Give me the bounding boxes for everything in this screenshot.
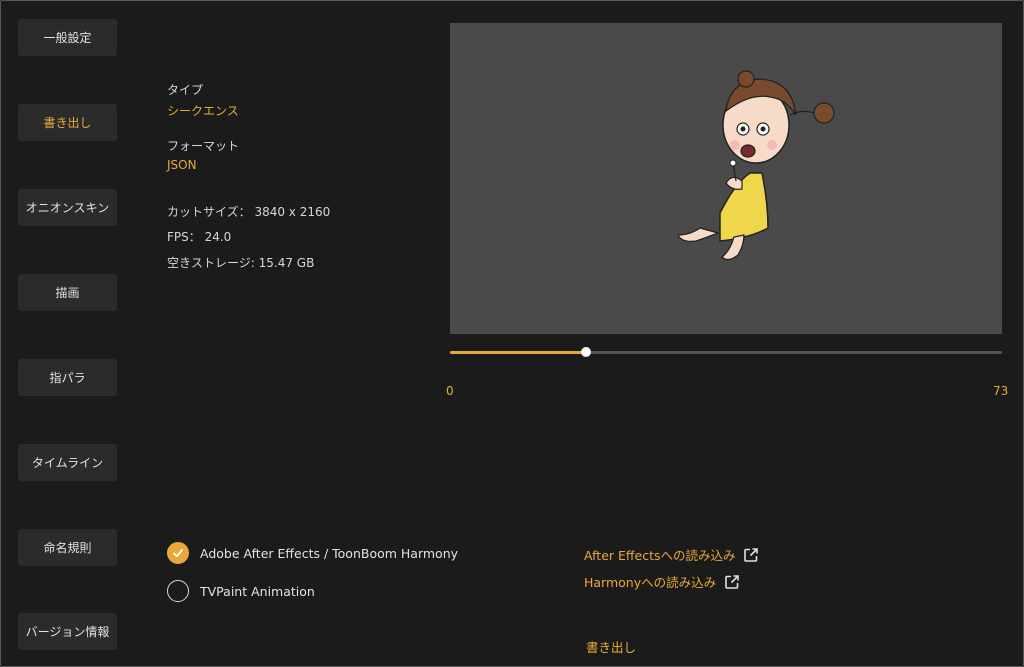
format-value[interactable]: JSON xyxy=(167,158,197,172)
character-illustration xyxy=(676,70,835,261)
option-label: Adobe After Effects / ToonBoom Harmony xyxy=(200,545,459,561)
preview-canvas xyxy=(450,23,1002,334)
type-label: タイプ xyxy=(167,83,204,97)
storage-text: 空きストレージ: 15.47 GB xyxy=(167,256,315,270)
option-tvpaint[interactable]: TVPaint Animation xyxy=(167,580,315,602)
timeline-slider-fill xyxy=(450,351,586,354)
timeline-max-label: 73 xyxy=(993,384,1009,398)
type-value[interactable]: シークエンス xyxy=(167,102,239,119)
sidebar-item-drawing[interactable]: 描画 xyxy=(18,274,117,311)
format-label: フォーマット xyxy=(167,139,240,153)
sidebar-item-naming-rules[interactable]: 命名規則 xyxy=(18,529,117,566)
cut-size-text: カットサイズ： 3840 x 2160 xyxy=(167,205,331,219)
option-after-effects-harmony[interactable]: Adobe After Effects / ToonBoom Harmony xyxy=(167,542,458,564)
sidebar-item-general[interactable]: 一般設定 xyxy=(18,19,117,56)
timeline-slider-thumb[interactable] xyxy=(580,347,591,357)
checkmark-icon[interactable] xyxy=(167,542,189,564)
sidebar-item-onion-skin[interactable]: オニオンスキン xyxy=(18,189,117,226)
settings-window: 一般設定 書き出し オニオンスキン 描画 指パラ タイムライン 命名規則 バージ… xyxy=(0,0,1024,667)
timeline-min-label: 0 xyxy=(446,384,454,398)
link-after-effects-import[interactable]: After Effectsへの読み込み xyxy=(584,545,759,564)
external-link-icon xyxy=(744,547,759,562)
sidebar-item-version-info[interactable]: バージョン情報 xyxy=(18,613,117,650)
option-label: TVPaint Animation xyxy=(200,583,315,599)
timeline-slider[interactable] xyxy=(450,347,1002,357)
export-button[interactable]: 書き出し xyxy=(541,635,681,657)
sidebar-item-finger-para[interactable]: 指パラ xyxy=(18,359,117,396)
link-label: After Effectsへの読み込み xyxy=(584,548,736,563)
link-harmony-import[interactable]: Harmonyへの読み込み xyxy=(584,572,740,591)
sidebar-item-export[interactable]: 書き出し xyxy=(18,104,117,141)
link-label: Harmonyへの読み込み xyxy=(584,575,717,590)
radio-empty-icon[interactable] xyxy=(167,580,189,602)
fps-text: FPS： 24.0 xyxy=(167,230,232,244)
sidebar-item-timeline[interactable]: タイムライン xyxy=(18,444,117,481)
external-link-icon xyxy=(725,574,739,589)
